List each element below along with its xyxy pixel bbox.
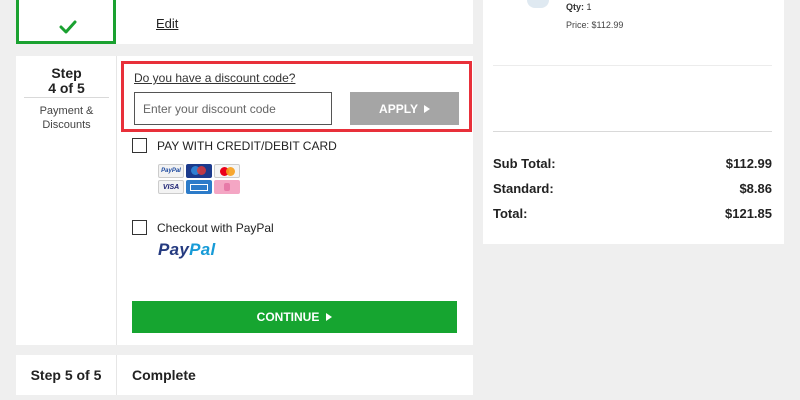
credit-card-checkbox[interactable] bbox=[132, 138, 147, 153]
discount-code-link[interactable]: Do you have a discount code? bbox=[134, 71, 295, 85]
subtotal-value: $112.99 bbox=[725, 156, 772, 171]
amex-card-icon bbox=[186, 180, 212, 194]
maestro-card-icon bbox=[186, 164, 212, 178]
step5-label: Complete bbox=[132, 367, 196, 383]
step4-panel: Step 4 of 5 Payment & Discounts Do you h… bbox=[16, 56, 473, 345]
summary-divider bbox=[493, 65, 772, 66]
product-thumbnail bbox=[527, 0, 549, 8]
total-value: $121.85 bbox=[725, 206, 772, 221]
step3-panel: Edit bbox=[16, 0, 473, 44]
order-summary-panel: Qty: 1 Price: $112.99 Sub Total: $112.99… bbox=[483, 0, 784, 244]
step4-title: Step 4 of 5 bbox=[48, 65, 85, 96]
play-arrow-icon bbox=[423, 104, 430, 113]
step4-sidebar: Step 4 of 5 Payment & Discounts bbox=[16, 56, 117, 345]
paypal-card-icon: PayPal bbox=[158, 164, 184, 178]
step5-panel: Step 5 of 5 Complete bbox=[16, 355, 473, 395]
step4-divider bbox=[24, 97, 109, 98]
subtotal-row: Sub Total: $112.99 bbox=[493, 156, 772, 171]
discount-code-input[interactable] bbox=[134, 92, 332, 125]
paypal-checkout-label: Checkout with PayPal bbox=[157, 221, 274, 235]
discount-code-section: Do you have a discount code? APPLY bbox=[121, 61, 472, 132]
step4-subtitle: Payment & Discounts bbox=[39, 105, 94, 131]
edit-link[interactable]: Edit bbox=[156, 16, 178, 31]
step5-title: Step 5 of 5 bbox=[16, 355, 117, 395]
klarna-card-icon bbox=[214, 180, 240, 194]
step3-complete-indicator bbox=[16, 0, 116, 44]
total-row: Total: $121.85 bbox=[493, 206, 772, 221]
continue-label: CONTINUE bbox=[256, 310, 320, 324]
checkmark-icon bbox=[59, 20, 77, 34]
credit-card-label: PAY WITH CREDIT/DEBIT CARD bbox=[157, 139, 337, 153]
summary-divider bbox=[493, 131, 772, 132]
apply-label: APPLY bbox=[379, 101, 418, 116]
quantity-row: Qty: 1 bbox=[566, 2, 592, 12]
paypal-logo-pal: Pal bbox=[189, 240, 216, 259]
quantity-label: Qty: bbox=[566, 2, 584, 12]
visa-card-icon: VISA bbox=[158, 180, 184, 194]
apply-button[interactable]: APPLY bbox=[350, 92, 459, 125]
quantity-value: 1 bbox=[586, 2, 592, 12]
paypal-checkbox[interactable] bbox=[132, 220, 147, 235]
continue-button[interactable]: CONTINUE bbox=[132, 301, 457, 333]
paypal-logo-pay: Pay bbox=[158, 240, 190, 259]
shipping-row: Standard: $8.86 bbox=[493, 181, 772, 196]
subtotal-label: Sub Total: bbox=[493, 156, 556, 171]
total-label: Total: bbox=[493, 206, 528, 221]
play-arrow-icon bbox=[326, 313, 333, 321]
shipping-label: Standard: bbox=[493, 181, 554, 196]
mastercard-icon bbox=[214, 164, 240, 178]
paypal-logo: PayPal bbox=[158, 240, 216, 260]
shipping-value: $8.86 bbox=[739, 181, 772, 196]
item-price: Price: $112.99 bbox=[566, 20, 624, 30]
